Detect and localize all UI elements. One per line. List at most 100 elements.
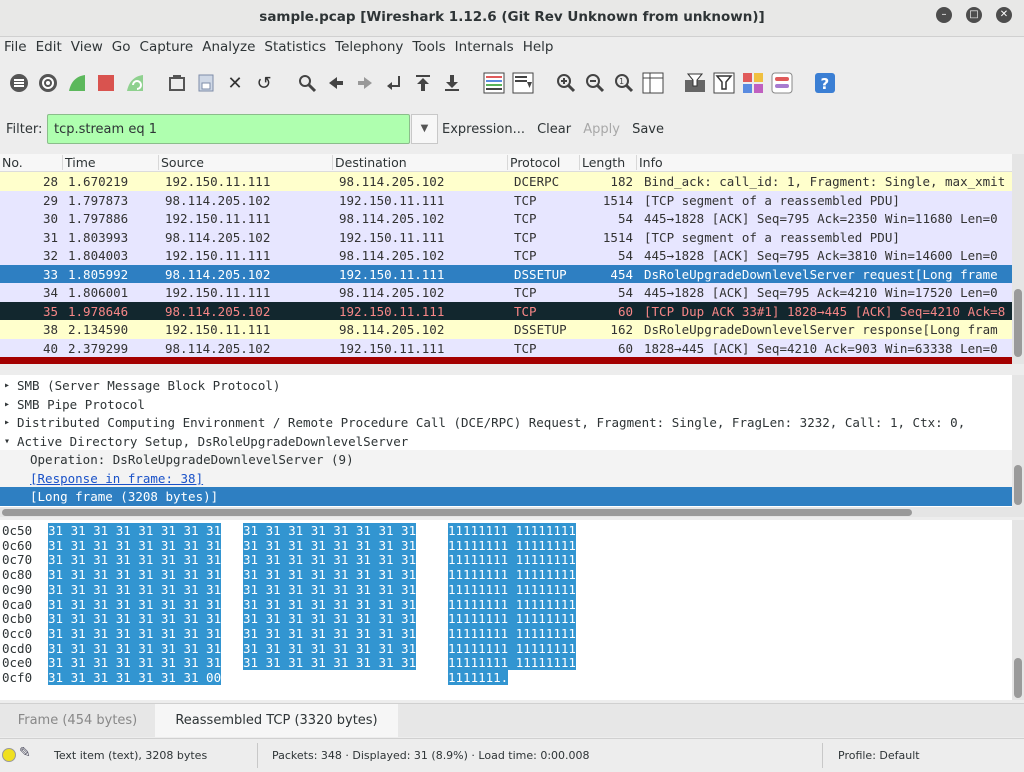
hex-bytes[interactable]: 31 31 31 31 31 31 31 31 [243,581,417,597]
detail-tree-item[interactable]: [Long frame (3208 bytes)] [0,487,1012,506]
table-row[interactable]: 30 1.797886 192.150.11.111 98.114.205.102 TC… [0,209,1012,228]
expert-info-icon[interactable] [2,748,16,762]
hex-bytes[interactable]: 31 31 31 31 31 31 31 31 [243,640,417,656]
display-filter-input[interactable]: tcp.stream eq 1 [47,114,410,144]
hex-bytes[interactable]: 31 31 31 31 31 31 31 31 [243,655,417,671]
open-file-icon[interactable] [166,72,188,94]
restart-capture-icon[interactable] [124,72,146,94]
hex-ascii[interactable]: 11111111 11111111 [448,567,576,583]
save-file-icon[interactable] [195,72,217,94]
hex-bytes[interactable]: 31 31 31 31 31 31 31 31 [48,640,222,656]
table-row[interactable]: 34 1.806001 192.150.11.111 98.114.205.102 TC… [0,283,1012,302]
hex-ascii[interactable]: 11111111 11111111 [448,640,576,656]
menu-capture[interactable]: Capture [136,37,199,55]
menu-help[interactable]: Help [519,37,559,55]
normal-size-icon[interactable]: 1 [613,72,635,94]
hex-scrollbar[interactable] [1012,520,1024,700]
preferences-icon[interactable] [771,72,793,94]
capture-comment-icon[interactable]: ✎ [19,745,31,761]
detail-tree-item[interactable]: Operation: DsRoleUpgradeDownlevelServer … [0,450,1012,469]
maximize-icon[interactable]: □ [966,7,982,23]
hex-ascii[interactable]: 1111111. [448,670,509,685]
column-header-time[interactable]: Time [62,155,96,170]
colorize-icon[interactable] [483,72,505,94]
zoom-out-icon[interactable] [584,72,606,94]
table-row[interactable]: 40 2.379299 98.114.205.102 192.150.11.111 TC… [0,338,1012,357]
filter-dropdown-chevron-down-icon[interactable]: ▼ [411,114,438,144]
hex-ascii[interactable]: 11111111 11111111 [448,537,576,553]
table-row[interactable]: 31 1.803993 98.114.205.102 192.150.11.111 TC… [0,227,1012,246]
status-profile[interactable]: Profile: Default [838,749,920,762]
details-scroll-thumb[interactable] [1014,465,1022,505]
hex-ascii[interactable]: 11111111 11111111 [448,611,576,627]
autoscroll-icon[interactable] [512,72,534,94]
hex-bytes[interactable]: 31 31 31 31 31 31 31 31 [48,596,222,612]
column-header-destination[interactable]: Destination [332,155,407,170]
save-filter-button[interactable]: Save [632,122,664,137]
hex-bytes[interactable]: 31 31 31 31 31 31 31 31 [243,625,417,641]
apply-button[interactable]: Apply [583,122,620,137]
minimize-icon[interactable]: – [936,7,952,23]
hex-bytes[interactable]: 31 31 31 31 31 31 31 31 [243,567,417,583]
menu-statistics[interactable]: Statistics [260,37,331,55]
hex-ascii[interactable]: 11111111 11111111 [448,552,576,568]
menu-edit[interactable]: Edit [32,37,67,55]
help-icon[interactable]: ? [814,72,836,94]
column-header-info[interactable]: Info [636,155,663,170]
menu-tools[interactable]: Tools [408,37,450,55]
go-forward-icon[interactable] [354,72,376,94]
go-first-icon[interactable] [412,72,434,94]
table-row[interactable]: 28 1.670219 192.150.11.111 98.114.205.102 DC… [0,172,1012,191]
column-header-no[interactable]: No. [0,155,23,170]
packet-list-scrollbar[interactable] [1012,154,1024,364]
menu-go[interactable]: Go [108,37,136,55]
details-horizontal-thumb[interactable] [2,509,912,516]
table-row[interactable]: 35 1.978646 98.114.205.102 192.150.11.111 TC… [0,301,1012,320]
menu-analyze[interactable]: Analyze [198,37,260,55]
capture-filters-icon[interactable] [684,72,706,94]
hex-ascii[interactable]: 11111111 11111111 [448,581,576,597]
hex-bytes[interactable]: 31 31 31 31 31 31 31 31 [48,655,222,671]
collapsed-arrow-icon[interactable]: ▸ [4,399,10,410]
packet-list-scroll-thumb[interactable] [1014,289,1022,357]
tab-reassembled-tcp[interactable]: Reassembled TCP (3320 bytes) [155,704,398,737]
details-scrollbar[interactable] [1012,375,1024,508]
table-row[interactable]: 38 2.134590 192.150.11.111 98.114.205.102 DS… [0,320,1012,339]
detail-tree-item[interactable]: ▾ Active Directory Setup, DsRoleUpgradeDo… [0,432,1012,451]
clear-button[interactable]: Clear [537,122,571,137]
menu-view[interactable]: View [67,37,108,55]
go-back-icon[interactable] [325,72,347,94]
hex-bytes[interactable]: 31 31 31 31 31 31 31 31 [243,552,417,568]
detail-tree-item[interactable]: ▸ Distributed Computing Environment / Rem… [0,413,1012,432]
expression-button[interactable]: Expression... [442,122,525,137]
column-header-length[interactable]: Length [579,155,625,170]
table-row[interactable]: 29 1.797873 98.114.205.102 192.150.11.111 TC… [0,190,1012,209]
column-header-protocol[interactable]: Protocol [507,155,560,170]
hex-bytes[interactable]: 31 31 31 31 31 31 31 31 [48,611,222,627]
hex-ascii[interactable]: 11111111 11111111 [448,596,576,612]
menu-internals[interactable]: Internals [451,37,519,55]
column-header-source[interactable]: Source [158,155,204,170]
detail-tree-item[interactable]: ▸ SMB Pipe Protocol [0,395,1012,414]
tab-frame[interactable]: Frame (454 bytes) [0,704,155,737]
detail-tree-item[interactable]: ▸ SMB (Server Message Block Protocol) [0,376,1012,395]
hex-ascii[interactable]: 11111111 11111111 [448,625,576,641]
go-last-icon[interactable] [441,72,463,94]
hex-bytes[interactable]: 31 31 31 31 31 31 31 31 [243,523,417,538]
hex-ascii[interactable]: 11111111 11111111 [448,523,576,538]
coloring-rules-icon[interactable] [742,72,764,94]
resize-columns-icon[interactable] [642,72,664,94]
hex-bytes[interactable]: 31 31 31 31 31 31 31 31 [48,567,222,583]
expanded-arrow-icon[interactable]: ▾ [4,436,10,447]
zoom-in-icon[interactable] [555,72,577,94]
display-filters-icon[interactable] [713,72,735,94]
hex-bytes[interactable]: 31 31 31 31 31 31 31 31 [48,581,222,597]
hex-bytes[interactable]: 31 31 31 31 31 31 31 31 [48,552,222,568]
table-row[interactable]: 32 1.804003 192.150.11.111 98.114.205.102 TC… [0,246,1012,265]
start-capture-icon[interactable] [66,72,88,94]
reload-icon[interactable]: ↺ [253,72,275,94]
collapsed-arrow-icon[interactable]: ▸ [4,380,10,391]
detail-tree-item[interactable]: [Response in frame: 38] [0,468,1012,487]
frame-link[interactable]: [Response in frame: 38] [30,471,203,486]
details-horizontal-scrollbar[interactable] [0,507,1024,517]
